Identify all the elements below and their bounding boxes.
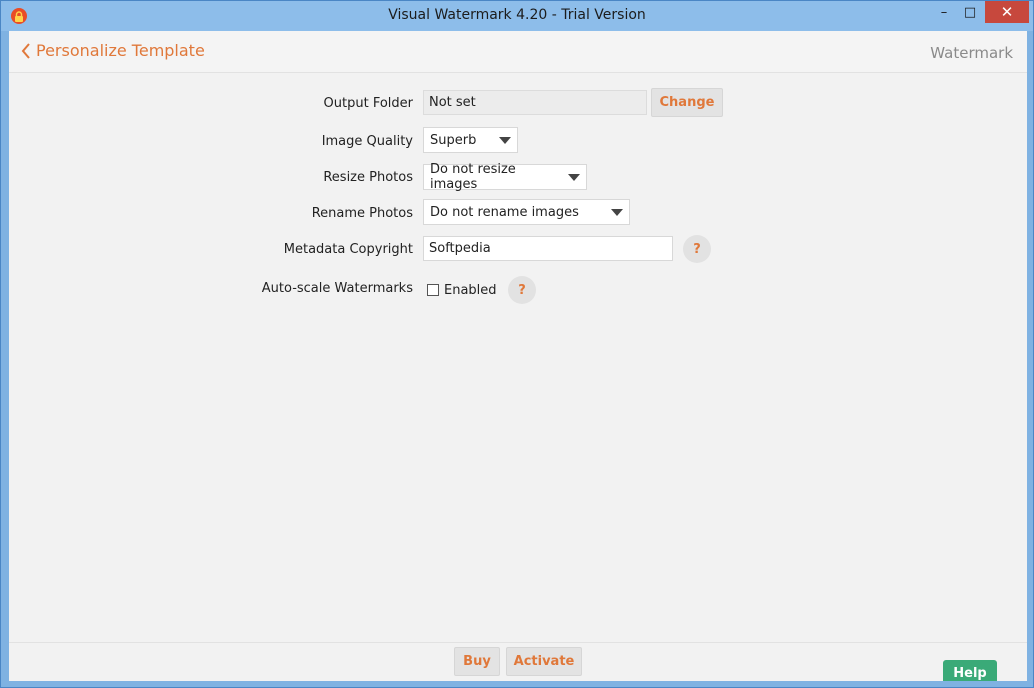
title-bar[interactable]: Visual Watermark 4.20 - Trial Version – … [1, 1, 1033, 31]
resize-photos-label: Resize Photos [323, 170, 413, 185]
close-button[interactable]: ✕ [985, 1, 1029, 23]
client-area: Personalize Template Watermark Output Fo… [9, 31, 1027, 681]
header-bar: Personalize Template Watermark [9, 31, 1027, 73]
caret-down-icon [611, 208, 623, 216]
image-quality-select[interactable]: Superb [423, 127, 518, 153]
output-folder-field: Not set [423, 90, 647, 115]
caret-down-icon [568, 173, 580, 181]
image-quality-label: Image Quality [321, 134, 413, 149]
image-quality-value: Superb [430, 132, 477, 148]
auto-scale-checkbox[interactable] [427, 284, 439, 296]
resize-photos-value: Do not resize images [430, 162, 516, 192]
rename-photos-select[interactable]: Do not rename images [423, 199, 630, 225]
window-title: Visual Watermark 4.20 - Trial Version [388, 7, 646, 23]
metadata-copyright-label: Metadata Copyright [283, 242, 413, 257]
help-button[interactable]: Help [943, 660, 997, 681]
copyright-help-button[interactable]: ? [683, 235, 711, 263]
minimize-button[interactable]: – [931, 1, 957, 23]
auto-scale-checkbox-label[interactable]: Enabled [444, 283, 497, 298]
back-button[interactable]: Personalize Template [21, 41, 205, 60]
auto-scale-help-button[interactable]: ? [508, 276, 536, 304]
rename-photos-value: Do not rename images [430, 204, 579, 220]
caret-down-icon [499, 136, 511, 144]
back-label: Personalize Template [36, 41, 205, 60]
activate-button[interactable]: Activate [506, 647, 582, 676]
change-folder-button[interactable]: Change [651, 88, 723, 117]
resize-photos-select[interactable]: Do not resize images [423, 162, 587, 192]
chevron-left-icon [21, 42, 30, 59]
auto-scale-label: Auto-scale Watermarks [261, 281, 413, 296]
output-folder-label: Output Folder [323, 96, 413, 111]
section-title: Watermark [930, 44, 1013, 62]
metadata-copyright-input[interactable]: Softpedia [423, 236, 673, 261]
buy-button[interactable]: Buy [454, 647, 500, 676]
app-window: Visual Watermark 4.20 - Trial Version – … [0, 0, 1034, 688]
maximize-button[interactable]: □ [957, 1, 983, 23]
rename-photos-label: Rename Photos [311, 206, 413, 221]
